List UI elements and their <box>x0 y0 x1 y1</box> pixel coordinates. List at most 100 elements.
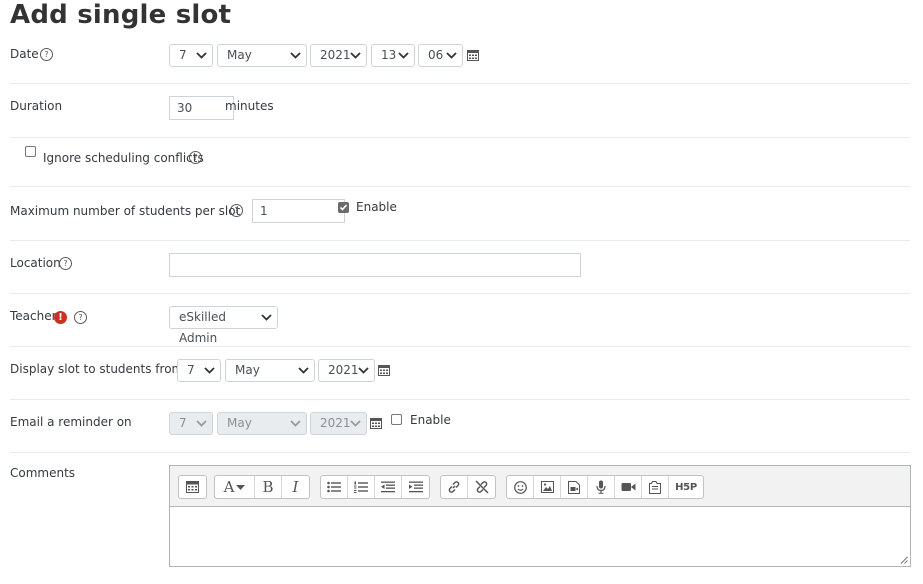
display-from-day-value: 7 <box>187 363 195 377</box>
editor-toolbar: A B I H5P <box>170 466 910 507</box>
max-students-label: Maximum number of students per slot <box>10 204 241 218</box>
display-from-year-value: 2021 <box>328 363 359 377</box>
date-year-select[interactable]: 2021 <box>310 44 367 67</box>
resize-handle-icon[interactable] <box>900 556 908 564</box>
chevron-down-icon <box>350 420 361 427</box>
calendar-icon[interactable] <box>378 364 390 376</box>
calendar-icon[interactable] <box>370 417 382 429</box>
chevron-down-icon <box>298 367 309 374</box>
chevron-down-icon <box>204 367 215 374</box>
chevron-down-icon <box>290 420 301 427</box>
link-icon[interactable] <box>441 476 468 498</box>
max-students-enable-label: Enable <box>356 200 397 214</box>
toolbar-group <box>320 475 430 499</box>
divider <box>10 83 910 84</box>
divider <box>10 240 910 241</box>
chevron-down-icon <box>350 52 361 59</box>
reminder-day-value: 7 <box>179 416 187 430</box>
page-title: Add single slot <box>10 0 232 30</box>
reminder-enable-label: Enable <box>410 413 451 427</box>
required-icon: ! <box>54 311 67 324</box>
date-year-value: 2021 <box>320 48 351 62</box>
divider <box>10 293 910 294</box>
ignore-conflicts-checkbox[interactable] <box>25 146 36 157</box>
divider <box>10 137 910 138</box>
display-from-day-select[interactable]: 7 <box>177 359 221 382</box>
teacher-select[interactable]: eSkilled Admin <box>169 306 278 345</box>
comments-label: Comments <box>10 466 76 480</box>
display-from-month-select[interactable]: May <box>225 359 315 382</box>
date-hour-value: 13 <box>381 48 397 62</box>
h5p-glyph: H5P <box>675 481 697 493</box>
reminder-month-select[interactable]: May <box>217 412 307 435</box>
reminder-enable-checkbox[interactable] <box>391 414 402 425</box>
date-day-value: 7 <box>179 48 187 62</box>
reminder-label: Email a reminder on <box>10 415 132 429</box>
toolbar-group <box>440 475 496 499</box>
ordered-list-icon[interactable] <box>348 476 375 498</box>
date-day-select[interactable]: 7 <box>169 44 213 67</box>
bold-icon[interactable]: B <box>255 476 282 498</box>
chevron-down-icon <box>196 420 207 427</box>
chevron-down-icon <box>446 52 457 59</box>
divider <box>10 186 910 187</box>
max-students-help-icon[interactable]: ? <box>230 204 243 217</box>
emoji-icon[interactable] <box>507 476 534 498</box>
italic-icon[interactable]: I <box>282 476 309 498</box>
teacher-value: eSkilled Admin <box>179 310 226 345</box>
comments-editor: A B I H5P <box>169 465 911 567</box>
display-from-label: Display slot to students from <box>10 362 184 376</box>
location-help-icon[interactable]: ? <box>59 257 72 270</box>
media-icon[interactable] <box>561 476 588 498</box>
h5p-icon[interactable]: H5P <box>669 476 703 498</box>
toolbar-group: H5P <box>506 475 704 499</box>
toolbar-group <box>178 475 207 499</box>
max-students-enable-checkbox[interactable] <box>338 202 349 213</box>
date-minute-select[interactable]: 06 <box>418 44 463 67</box>
chevron-down-icon <box>358 367 369 374</box>
ignore-conflicts-label: Ignore scheduling conflicts <box>43 151 204 165</box>
chevron-down-icon <box>398 52 409 59</box>
duration-label: Duration <box>10 99 63 113</box>
unlink-icon[interactable] <box>468 476 495 498</box>
chevron-down-icon <box>261 314 272 321</box>
date-minute-value: 06 <box>428 48 444 62</box>
unordered-list-icon[interactable] <box>321 476 348 498</box>
image-icon[interactable] <box>534 476 561 498</box>
display-from-month-value: May <box>235 363 260 377</box>
teacher-help-icon[interactable]: ? <box>74 311 87 324</box>
outdent-icon[interactable] <box>375 476 402 498</box>
reminder-day-select[interactable]: 7 <box>169 412 213 435</box>
duration-unit: minutes <box>225 99 274 113</box>
ignore-conflicts-help-icon[interactable]: ? <box>189 151 202 164</box>
reminder-year-select[interactable]: 2021 <box>310 412 367 435</box>
calendar-icon[interactable] <box>467 49 479 61</box>
font-glyph: A <box>223 478 235 496</box>
divider <box>10 346 910 347</box>
comments-textarea[interactable] <box>170 507 910 566</box>
date-label: Date <box>10 47 39 61</box>
max-students-input[interactable]: 1 <box>252 199 345 223</box>
chevron-down-icon <box>290 52 301 59</box>
date-help-icon[interactable]: ? <box>40 48 53 61</box>
indent-icon[interactable] <box>402 476 429 498</box>
italic-glyph: I <box>292 478 299 496</box>
date-hour-select[interactable]: 13 <box>371 44 415 67</box>
font-style-icon[interactable]: A <box>215 476 255 498</box>
record-video-icon[interactable] <box>615 476 642 498</box>
reminder-year-value: 2021 <box>320 416 351 430</box>
reminder-month-value: May <box>227 416 252 430</box>
location-label: Location <box>10 256 61 270</box>
checkmark-icon <box>339 204 348 211</box>
display-from-year-select[interactable]: 2021 <box>318 359 375 382</box>
date-month-select[interactable]: May <box>217 44 307 67</box>
record-audio-icon[interactable] <box>588 476 615 498</box>
teacher-label: Teacher <box>10 309 57 323</box>
toolbar-group: A B I <box>214 475 310 499</box>
date-month-value: May <box>227 48 252 62</box>
divider <box>10 399 910 400</box>
manage-files-icon[interactable] <box>642 476 669 498</box>
chevron-down-icon <box>196 52 207 59</box>
toolbar-toggle-icon[interactable] <box>179 476 206 498</box>
location-input[interactable] <box>169 253 581 277</box>
